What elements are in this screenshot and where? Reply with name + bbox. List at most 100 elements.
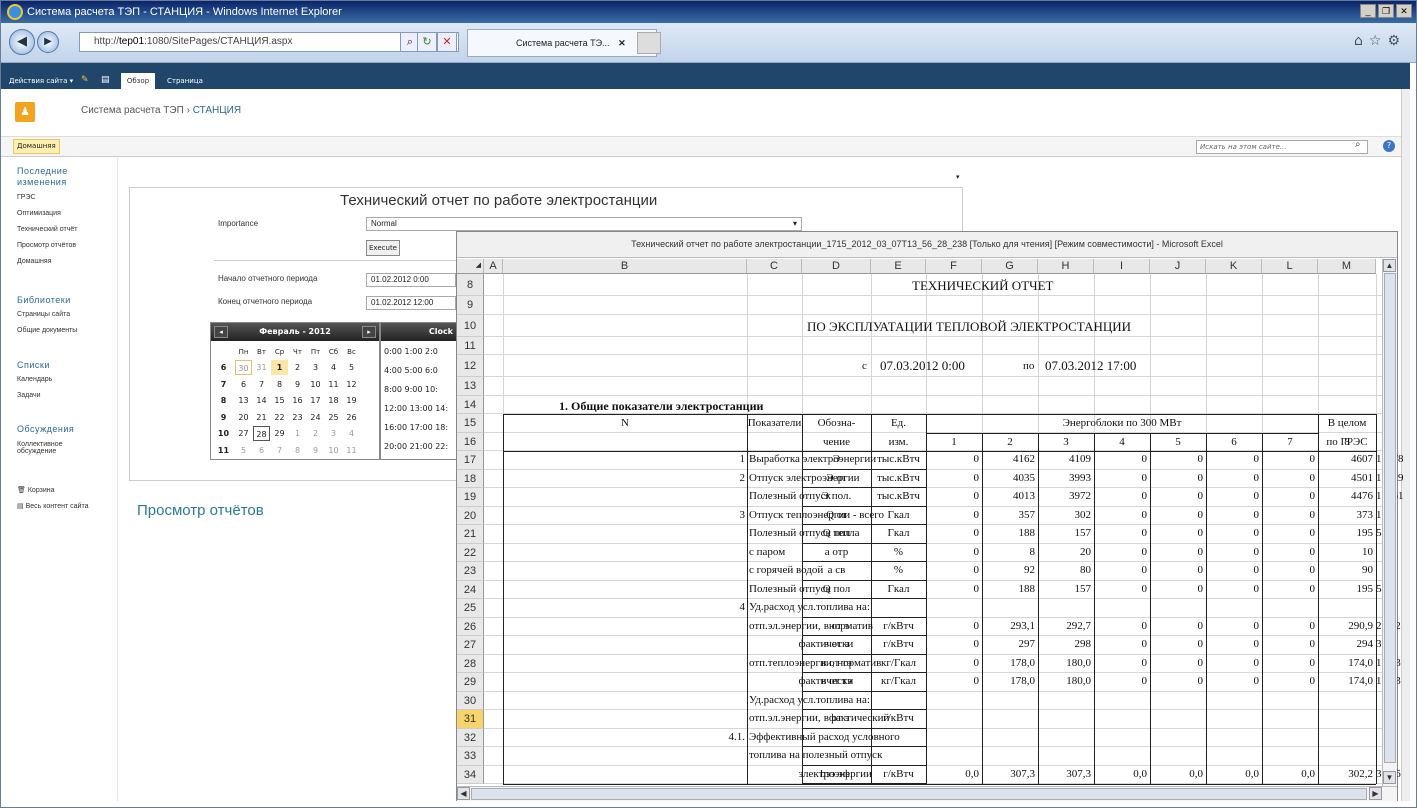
row-header[interactable]: 27	[457, 636, 484, 655]
clock-row[interactable]: 4:00 5:00 6:0	[384, 366, 438, 375]
calendar-day[interactable]: 9	[289, 377, 306, 392]
row-value[interactable]: 90	[1318, 564, 1373, 576]
row-value[interactable]: 0	[1094, 564, 1148, 576]
row-value[interactable]: 4035	[982, 472, 1035, 484]
row-header[interactable]: 29	[457, 673, 484, 692]
row-header[interactable]: 17	[457, 451, 484, 470]
calendar-day[interactable]: 27	[235, 426, 252, 441]
row-header[interactable]: 25	[457, 599, 484, 618]
row-value[interactable]: 0	[1150, 657, 1204, 669]
row-value[interactable]: 0	[1206, 657, 1260, 669]
browser-tab[interactable]: Система расчета ТЭ... ✕	[467, 29, 657, 57]
ql-recent-heading[interactable]: Последние изменения	[17, 166, 87, 188]
calendar-day[interactable]: 25	[325, 410, 342, 425]
row-value[interactable]: 4162	[982, 453, 1035, 465]
row-value[interactable]: 0	[926, 638, 980, 650]
row-value[interactable]: 195	[1318, 583, 1374, 595]
row-header[interactable]: 26	[457, 617, 484, 636]
calendar-day[interactable]: 8	[271, 377, 288, 392]
column-header[interactable]: A	[484, 259, 503, 274]
row-header[interactable]: 23	[457, 562, 484, 581]
row-header[interactable]: 32	[457, 728, 484, 747]
ql-item-tech-report[interactable]: Технический отчёт	[17, 226, 77, 233]
row-value[interactable]: 0	[1262, 675, 1316, 687]
back-button[interactable]: ◀	[9, 29, 35, 55]
calendar-day[interactable]: 11	[343, 443, 360, 458]
row-value[interactable]: 0	[926, 583, 980, 595]
row-value[interactable]: 0	[926, 527, 980, 539]
calendar-day[interactable]: 19	[343, 393, 360, 408]
row-value[interactable]: 0	[926, 546, 980, 558]
row-value[interactable]: 0	[1262, 490, 1316, 502]
row-value[interactable]: 195	[1318, 527, 1374, 539]
row-value[interactable]: 0	[1094, 583, 1148, 595]
page-scrollbar[interactable]	[1401, 89, 1410, 801]
column-header[interactable]: C	[747, 259, 802, 274]
calendar-day[interactable]: 13	[235, 393, 252, 408]
scroll-right-icon[interactable]: ▶	[1369, 787, 1382, 800]
ql-item-team-discussion[interactable]: Коллективное обсуждение	[17, 441, 87, 455]
forward-button[interactable]: ▶	[37, 31, 59, 53]
row-value[interactable]: 157	[1038, 583, 1092, 595]
clock-row[interactable]: 8:00 9:00 10:	[384, 385, 438, 394]
column-header[interactable]: K	[1206, 259, 1262, 274]
row-value[interactable]: 0	[1150, 472, 1204, 484]
row-header[interactable]: 24	[457, 580, 484, 599]
calendar-day[interactable]: 14	[253, 393, 270, 408]
row-value[interactable]: 302	[1038, 509, 1092, 521]
row-value[interactable]: 0	[926, 490, 980, 502]
row-value[interactable]: 0	[1150, 509, 1204, 521]
row-value[interactable]: 188	[982, 583, 1036, 595]
row-value[interactable]: 0,0	[1262, 768, 1315, 780]
row-value[interactable]: 0	[1150, 490, 1204, 502]
end-period-input[interactable]: 01.02.2012 12:00	[366, 296, 456, 310]
home-icon[interactable]: ⌂	[1354, 33, 1369, 49]
calendar-day[interactable]: 4	[343, 426, 360, 441]
calendar-day[interactable]: 4	[325, 360, 342, 375]
row-value[interactable]: 0,0	[1206, 768, 1259, 780]
row-value[interactable]: 0	[1206, 453, 1260, 465]
row-value[interactable]: 3993	[1038, 472, 1091, 484]
column-header[interactable]: I	[1094, 259, 1150, 274]
close-window-button[interactable]: ✕	[1396, 4, 1412, 18]
nav-home[interactable]: Домашняя	[13, 139, 60, 154]
row-header[interactable]: 10	[457, 314, 484, 337]
row-value[interactable]: 92	[982, 564, 1035, 576]
next-month-button[interactable]: ▸	[362, 326, 376, 338]
row-value[interactable]: 4607	[1318, 453, 1373, 465]
importance-select[interactable]: Normal ▾	[366, 217, 802, 231]
calendar-day[interactable]: 26	[343, 410, 360, 425]
row-value[interactable]: 0	[1150, 453, 1204, 465]
row-value[interactable]: 0	[1206, 490, 1260, 502]
row-value[interactable]: 174,0	[1318, 657, 1373, 669]
row-value[interactable]: 302,2	[1318, 768, 1373, 780]
calendar-day[interactable]: 18	[325, 393, 342, 408]
ql-libraries-heading[interactable]: Библиотеки	[17, 295, 71, 306]
row-value[interactable]: 0	[1094, 490, 1148, 502]
column-header[interactable]: E	[871, 259, 926, 274]
calendar-day[interactable]: 23	[289, 410, 306, 425]
calendar-day[interactable]: 10	[325, 443, 342, 458]
ql-item-gres[interactable]: ГРЭС	[17, 194, 36, 201]
row-value[interactable]: 0	[926, 564, 980, 576]
calendar-day[interactable]: 17	[307, 393, 324, 408]
row-header[interactable]: 15	[457, 414, 484, 433]
ql-item-optimization[interactable]: Оптимизация	[17, 210, 61, 217]
row-value[interactable]: 0	[1094, 657, 1148, 669]
row-value[interactable]: 188	[982, 527, 1036, 539]
row-value[interactable]: 0	[1150, 583, 1204, 595]
clock-row[interactable]: 20:00 21:00 22:	[384, 442, 448, 451]
excel-horizontal-scrollbar[interactable]: ◀ ▶	[457, 786, 1397, 801]
row-value[interactable]: 0	[1150, 564, 1204, 576]
row-value[interactable]: 0	[1206, 472, 1260, 484]
row-value[interactable]: 0	[1262, 620, 1316, 632]
execute-button[interactable]: Execute	[366, 240, 400, 256]
scroll-thumb[interactable]	[1384, 273, 1396, 763]
breadcrumb-site[interactable]: Система расчета ТЭП	[81, 105, 184, 116]
row-value[interactable]: 0	[1150, 527, 1204, 539]
row-value[interactable]: 0	[926, 509, 980, 521]
row-value[interactable]: 0,0	[1094, 768, 1147, 780]
calendar-day[interactable]: 5	[343, 360, 360, 375]
row-header[interactable]: 16	[457, 432, 484, 451]
column-header[interactable]: F	[926, 259, 982, 274]
